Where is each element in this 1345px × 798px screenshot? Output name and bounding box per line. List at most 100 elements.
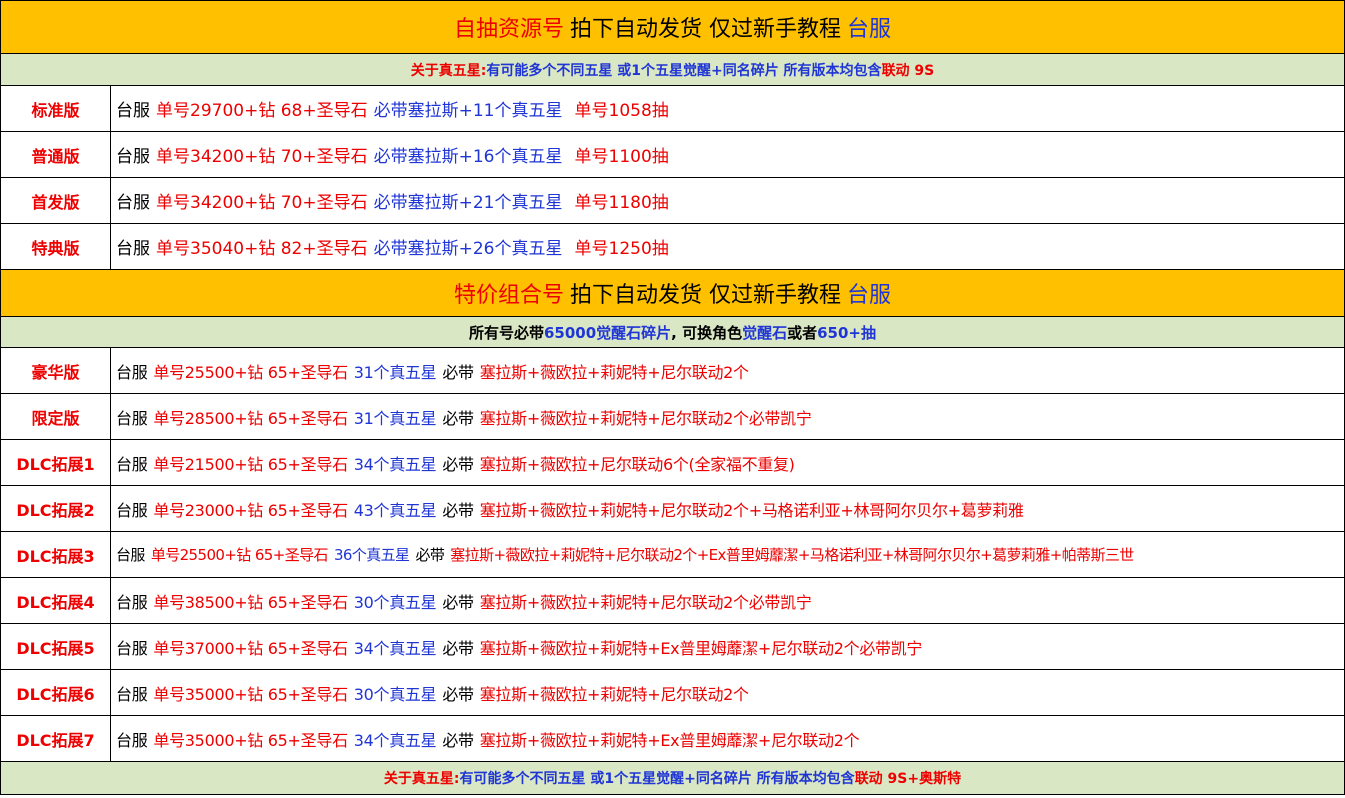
section1-note: 关于真五星: 有可能多个不同五星 或1个五星觉醒+同名碎片 所有版本均包含 联动… bbox=[0, 54, 1345, 86]
row-account: 单号35000+钻 65+圣导石 bbox=[153, 684, 348, 704]
row-account: 单号34200+钻 70+圣导石 bbox=[156, 147, 368, 167]
row-content: 必带塞拉斯+11个真五星 bbox=[373, 101, 563, 121]
section1-banner-server: 台服 bbox=[847, 17, 892, 42]
row-must: 必带 bbox=[442, 454, 474, 474]
row-chars: 塞拉斯+薇欧拉+莉妮特+尼尔联动2个+Ex普里姆蘼潔+马格诺利亚+林哥阿尔贝尔+… bbox=[450, 546, 1134, 564]
row-label: DLC拓展3 bbox=[1, 532, 111, 577]
row-account: 单号25500+钻 65+圣导石 bbox=[150, 546, 329, 564]
row-server: 台服 bbox=[116, 500, 148, 520]
row-account: 单号38500+钻 65+圣导石 bbox=[153, 592, 348, 612]
row-desc: 台服 单号37000+钻 65+圣导石 34个真五星 必带 塞拉斯+薇欧拉+莉妮… bbox=[111, 624, 1344, 669]
row-server: 台服 bbox=[116, 454, 148, 474]
section2-banner-title: 特价组合号 bbox=[453, 283, 564, 308]
section2-banner: 特价组合号 拍下自动发货 仅过新手教程 台服 bbox=[0, 270, 1345, 317]
row-label: 普通版 bbox=[1, 132, 111, 177]
row-desc: 台服 单号34200+钻 70+圣导石 必带塞拉斯+21个真五星 单号1180抽 bbox=[111, 178, 1344, 223]
row-label: DLC拓展4 bbox=[1, 578, 111, 623]
row-chars: 塞拉斯+薇欧拉+莉妮特+尼尔联动2个必带凯宁 bbox=[479, 408, 812, 428]
section1-banner: 自抽资源号 拍下自动发货 仅过新手教程 台服 bbox=[0, 0, 1345, 54]
row-desc: 台服 单号35040+钻 82+圣导石 必带塞拉斯+26个真五星 单号1250抽 bbox=[111, 224, 1344, 269]
row-server: 台服 bbox=[116, 684, 148, 704]
row-pulls: 单号1180抽 bbox=[574, 193, 669, 213]
table-row: 标准版 台服 单号29700+钻 68+圣导石 必带塞拉斯+11个真五星 单号1… bbox=[0, 86, 1345, 132]
row-chars: 塞拉斯+薇欧拉+莉妮特+尼尔联动2个+马格诺利亚+林哥阿尔贝尔+葛萝莉雅 bbox=[479, 500, 1024, 520]
row-label: DLC拓展6 bbox=[1, 670, 111, 715]
row-must: 必带 bbox=[442, 592, 474, 612]
row-label: 特典版 bbox=[1, 224, 111, 269]
row-desc: 台服 单号29700+钻 68+圣导石 必带塞拉斯+11个真五星 单号1058抽 bbox=[111, 86, 1344, 131]
table-row: DLC拓展4 台服 单号38500+钻 65+圣导石 30个真五星 必带 塞拉斯… bbox=[0, 578, 1345, 624]
row-chars: 塞拉斯+薇欧拉+莉妮特+尼尔联动2个 bbox=[479, 362, 749, 382]
row-content: 必带塞拉斯+16个真五星 bbox=[373, 147, 563, 167]
row-account: 单号35000+钻 65+圣导石 bbox=[153, 730, 348, 750]
row-label: 豪华版 bbox=[1, 348, 111, 393]
row-server: 台服 bbox=[116, 147, 150, 167]
row-label: DLC拓展1 bbox=[1, 440, 111, 485]
row-stars: 34个真五星 bbox=[353, 638, 437, 658]
footer-note-collab: 联动 9S+奥斯特 bbox=[854, 771, 962, 787]
row-stars: 34个真五星 bbox=[353, 730, 437, 750]
row-label: DLC拓展7 bbox=[1, 716, 111, 761]
row-label: 限定版 bbox=[1, 394, 111, 439]
row-desc: 台服 单号21500+钻 65+圣导石 34个真五星 必带 塞拉斯+薇欧拉+尼尔… bbox=[111, 440, 1344, 485]
row-account: 单号25500+钻 65+圣导石 bbox=[153, 362, 348, 382]
row-account: 单号35040+钻 82+圣导石 bbox=[156, 239, 368, 259]
footer-note: 关于真五星: 有可能多个不同五星 或1个五星觉醒+同名碎片 所有版本均包含 联动… bbox=[0, 762, 1345, 795]
section2-note-p3: , 可换角色 bbox=[671, 323, 743, 342]
row-desc: 台服 单号28500+钻 65+圣导石 31个真五星 必带 塞拉斯+薇欧拉+莉妮… bbox=[111, 394, 1344, 439]
row-must: 必带 bbox=[442, 684, 474, 704]
section1-banner-title: 自抽资源号 bbox=[453, 17, 564, 42]
row-server: 台服 bbox=[116, 362, 148, 382]
row-content: 必带塞拉斯+21个真五星 bbox=[373, 193, 563, 213]
row-stars: 43个真五星 bbox=[353, 500, 437, 520]
row-stars: 30个真五星 bbox=[353, 684, 437, 704]
row-desc: 台服 单号25500+钻 65+圣导石 31个真五星 必带 塞拉斯+薇欧拉+莉妮… bbox=[111, 348, 1344, 393]
row-chars: 塞拉斯+薇欧拉+莉妮特+Ex普里姆蘼潔+尼尔联动2个 bbox=[479, 730, 860, 750]
row-server: 台服 bbox=[116, 546, 145, 564]
row-label: 标准版 bbox=[1, 86, 111, 131]
section2-banner-server: 台服 bbox=[847, 283, 892, 308]
row-desc: 台服 单号34200+钻 70+圣导石 必带塞拉斯+16个真五星 单号1100抽 bbox=[111, 132, 1344, 177]
table-row: 豪华版 台服 单号25500+钻 65+圣导石 31个真五星 必带 塞拉斯+薇欧… bbox=[0, 348, 1345, 394]
row-chars: 塞拉斯+薇欧拉+莉妮特+尼尔联动2个 bbox=[479, 684, 749, 704]
row-desc: 台服 单号23000+钻 65+圣导石 43个真五星 必带 塞拉斯+薇欧拉+莉妮… bbox=[111, 486, 1344, 531]
row-desc: 台服 单号35000+钻 65+圣导石 34个真五星 必带 塞拉斯+薇欧拉+莉妮… bbox=[111, 716, 1344, 761]
row-pulls: 单号1100抽 bbox=[574, 147, 669, 167]
row-label: DLC拓展2 bbox=[1, 486, 111, 531]
row-content: 必带塞拉斯+26个真五星 bbox=[373, 239, 563, 259]
section2-note-p1: 所有号必带 bbox=[468, 323, 544, 342]
footer-note-label: 关于真五星: bbox=[383, 771, 460, 787]
footer-note-text: 有可能多个不同五星 或1个五星觉醒+同名碎片 所有版本均包含 bbox=[459, 771, 855, 787]
row-server: 台服 bbox=[116, 408, 148, 428]
row-account: 单号37000+钻 65+圣导石 bbox=[153, 638, 348, 658]
section2-note: 所有号必带 65000觉醒石碎片 , 可换角色 觉醒石 或者 650+抽 bbox=[0, 317, 1345, 348]
table-row: DLC拓展6 台服 单号35000+钻 65+圣导石 30个真五星 必带 塞拉斯… bbox=[0, 670, 1345, 716]
section2-note-p2: 65000觉醒石碎片 bbox=[543, 323, 672, 342]
table-row: DLC拓展2 台服 单号23000+钻 65+圣导石 43个真五星 必带 塞拉斯… bbox=[0, 486, 1345, 532]
section2-note-p4: 觉醒石 bbox=[742, 323, 788, 342]
row-chars: 塞拉斯+薇欧拉+尼尔联动6个(全家福不重复) bbox=[479, 454, 795, 474]
row-account: 单号21500+钻 65+圣导石 bbox=[153, 454, 348, 474]
row-account: 单号28500+钻 65+圣导石 bbox=[153, 408, 348, 428]
row-server: 台服 bbox=[116, 730, 148, 750]
row-must: 必带 bbox=[442, 638, 474, 658]
section2-banner-text: 拍下自动发货 仅过新手教程 bbox=[570, 283, 841, 308]
section2-note-p6: 650+抽 bbox=[817, 323, 877, 342]
row-account: 单号23000+钻 65+圣导石 bbox=[153, 500, 348, 520]
row-stars: 36个真五星 bbox=[333, 546, 410, 564]
section1-note-collab: 联动 9S bbox=[881, 62, 935, 79]
row-account: 单号29700+钻 68+圣导石 bbox=[156, 101, 368, 121]
row-desc: 台服 单号35000+钻 65+圣导石 30个真五星 必带 塞拉斯+薇欧拉+莉妮… bbox=[111, 670, 1344, 715]
table-row: 首发版 台服 单号34200+钻 70+圣导石 必带塞拉斯+21个真五星 单号1… bbox=[0, 178, 1345, 224]
row-chars: 塞拉斯+薇欧拉+莉妮特+尼尔联动2个必带凯宁 bbox=[479, 592, 812, 612]
row-server: 台服 bbox=[116, 193, 150, 213]
row-chars: 塞拉斯+薇欧拉+莉妮特+Ex普里姆蘼潔+尼尔联动2个必带凯宁 bbox=[479, 638, 923, 658]
row-stars: 30个真五星 bbox=[353, 592, 437, 612]
row-stars: 34个真五星 bbox=[353, 454, 437, 474]
row-desc: 台服 单号38500+钻 65+圣导石 30个真五星 必带 塞拉斯+薇欧拉+莉妮… bbox=[111, 578, 1344, 623]
row-label: DLC拓展5 bbox=[1, 624, 111, 669]
row-stars: 31个真五星 bbox=[353, 408, 437, 428]
table-row: 普通版 台服 单号34200+钻 70+圣导石 必带塞拉斯+16个真五星 单号1… bbox=[0, 132, 1345, 178]
row-must: 必带 bbox=[415, 546, 445, 564]
section1-banner-text: 拍下自动发货 仅过新手教程 bbox=[570, 17, 841, 42]
